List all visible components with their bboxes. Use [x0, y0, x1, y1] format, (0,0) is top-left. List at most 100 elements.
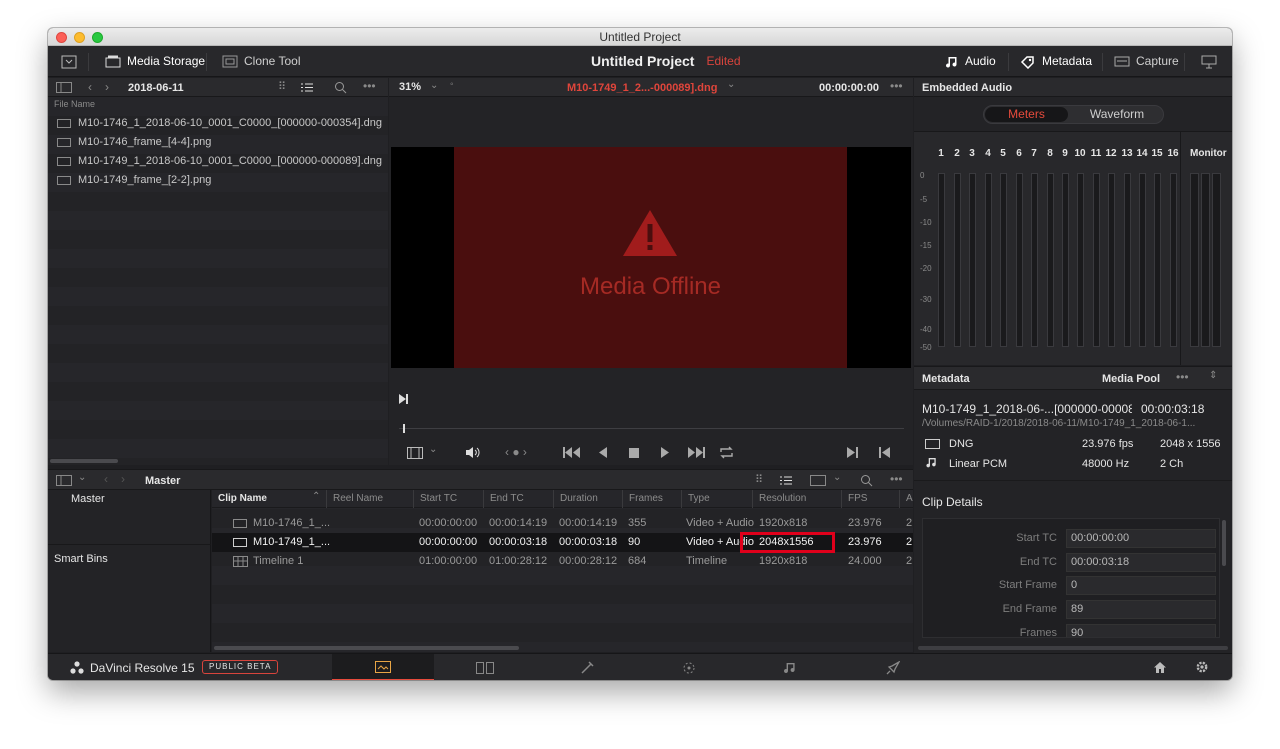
folder-date: 2018-06-11 — [128, 82, 184, 94]
search-icon[interactable] — [860, 474, 873, 487]
monitor-icon — [1201, 55, 1217, 68]
zoom-level[interactable]: 31% — [399, 81, 421, 93]
window-titlebar: Untitled Project — [48, 28, 1232, 46]
capture-label: Capture — [1136, 54, 1179, 68]
vertical-scrollbar[interactable] — [1222, 520, 1226, 566]
capture-icon — [1114, 56, 1130, 67]
thumbnail-view-icon[interactable]: ⠿ — [755, 473, 763, 486]
chevron-down-icon[interactable]: ⌄ — [430, 80, 438, 91]
capture-panel-button[interactable]: Capture — [1114, 46, 1179, 77]
viewer-mode-icon[interactable] — [407, 447, 423, 459]
close-window-button[interactable] — [56, 32, 67, 43]
column-clip-name[interactable]: Clip Name — [212, 490, 327, 508]
column-end-tc[interactable]: End TC — [484, 490, 554, 508]
list-view-icon[interactable] — [780, 476, 792, 485]
table-row[interactable]: Timeline 1 01:00:00:00 01:00:28:12 00:00… — [212, 552, 913, 571]
jog-wheel-icon[interactable]: ‹ ● › — [505, 445, 527, 459]
page-media-button[interactable] — [332, 654, 434, 680]
horizontal-scrollbar[interactable] — [50, 459, 118, 463]
fullscreen-button[interactable] — [1201, 46, 1217, 77]
nav-forward-icon[interactable]: › — [105, 80, 109, 94]
more-options-icon[interactable]: ••• — [363, 79, 376, 93]
previous-frame-icon[interactable] — [879, 447, 890, 458]
column-resolution[interactable]: Resolution — [753, 490, 842, 508]
table-row[interactable]: M10-1746_1_... 00:00:00:00 00:00:14:19 0… — [212, 514, 913, 533]
channel-number: 5 — [1000, 148, 1006, 159]
nav-back-icon[interactable]: ‹ — [104, 472, 108, 486]
thumbnail-view-icon[interactable]: ⠿ — [278, 80, 286, 93]
chevron-down-icon[interactable]: ⌄ — [78, 472, 86, 483]
home-icon[interactable] — [1153, 661, 1167, 674]
column-fps[interactable]: FPS — [842, 490, 900, 508]
smart-bins-label[interactable]: Smart Bins — [54, 553, 108, 565]
list-item[interactable]: M10-1746_frame_[4-4].png — [48, 133, 388, 152]
stop-icon[interactable] — [629, 448, 639, 458]
nav-back-icon[interactable]: ‹ — [88, 80, 92, 94]
play-icon[interactable] — [660, 447, 670, 458]
more-options-icon[interactable]: ••• — [1176, 370, 1189, 384]
zoom-window-button[interactable] — [92, 32, 103, 43]
horizontal-scrollbar[interactable] — [214, 646, 519, 650]
tab-waveform[interactable]: Waveform — [1072, 107, 1162, 122]
top-toolbar: Media Storage Clone Tool Untitled Projec… — [48, 46, 1232, 77]
video-resolution: 2048 x 1556 — [1160, 438, 1221, 450]
gear-icon[interactable] — [1195, 660, 1209, 674]
audio-panel-button[interactable]: Audio — [945, 46, 996, 77]
clip-menu-chevron-icon[interactable]: ⌄ — [727, 79, 735, 90]
scrubber-bar[interactable] — [399, 428, 904, 429]
play-reverse-icon[interactable] — [598, 447, 608, 458]
search-icon[interactable] — [334, 81, 347, 94]
column-reel-name[interactable]: Reel Name — [327, 490, 414, 508]
bin-master[interactable]: Master — [71, 493, 105, 505]
audio-view-tabs: Meters Waveform — [983, 105, 1164, 124]
monitor-label: Monitor — [1190, 148, 1227, 159]
expand-toggle-icon[interactable]: ⇕ — [1209, 370, 1217, 381]
list-item[interactable]: M10-1749_frame_[2-2].png — [48, 171, 388, 190]
go-to-start-icon[interactable] — [563, 447, 581, 458]
chevron-down-icon[interactable]: ⌄ — [429, 444, 437, 455]
list-item[interactable]: M10-1746_1_2018-06-10_0001_C0000_[000000… — [48, 114, 388, 133]
go-to-end-icon[interactable] — [687, 447, 705, 458]
metadata-label: Metadata — [1042, 54, 1093, 68]
column-type[interactable]: Type — [682, 490, 753, 508]
media-pool-title[interactable]: Media Pool — [1102, 373, 1160, 385]
clip-list: Clip Name ⌃ Reel Name Start TC End TC Du… — [212, 490, 913, 652]
audio-channels: 2 — [906, 517, 913, 529]
page-deliver-button[interactable] — [842, 654, 944, 680]
more-options-icon[interactable]: ••• — [890, 472, 903, 486]
play-forward-icon[interactable] — [399, 394, 408, 404]
end-tc: 00:00:14:19 — [489, 517, 548, 529]
volume-icon[interactable] — [465, 446, 480, 459]
channel-number: 4 — [985, 148, 991, 159]
metadata-panel-button[interactable]: Metadata — [1020, 46, 1092, 77]
horizontal-scrollbar[interactable] — [918, 646, 1228, 650]
sidebar-toggle-icon[interactable] — [56, 82, 72, 93]
viewer-header: 31% ⌄ ◦ M10-1749_1_2...-000089].dng ⌄ 00… — [389, 78, 913, 97]
page-edit-button[interactable] — [434, 654, 536, 680]
chevron-down-icon[interactable]: ⌄ — [833, 472, 841, 483]
next-frame-icon[interactable] — [847, 447, 858, 458]
list-item[interactable]: M10-1749_1_2018-06-10_0001_C0000_[000000… — [48, 152, 388, 171]
page-fusion-button[interactable] — [536, 654, 638, 680]
playhead[interactable] — [403, 424, 405, 433]
loop-icon[interactable] — [719, 446, 734, 459]
more-options-icon[interactable]: ••• — [890, 79, 903, 93]
page-color-button[interactable] — [638, 654, 740, 680]
column-start-tc[interactable]: Start TC — [414, 490, 484, 508]
column-duration[interactable]: Duration — [554, 490, 623, 508]
sort-ascending-icon[interactable]: ⌃ — [312, 491, 320, 502]
clip-view-icon[interactable] — [810, 475, 826, 486]
channel-meter — [1000, 173, 1007, 347]
page-fairlight-button[interactable] — [740, 654, 842, 680]
bin-list-toggle-icon[interactable] — [56, 475, 72, 486]
clone-tool-button[interactable]: Clone Tool — [222, 46, 300, 77]
nav-forward-icon[interactable]: › — [121, 472, 125, 486]
resolution: 1920x818 — [759, 517, 808, 529]
tab-meters[interactable]: Meters — [985, 107, 1068, 122]
list-view-icon[interactable] — [301, 83, 313, 92]
minimize-window-button[interactable] — [74, 32, 85, 43]
media-storage-button[interactable]: Media Storage — [105, 46, 205, 77]
workspace-toggle-button[interactable] — [61, 46, 77, 77]
column-audio[interactable]: Au — [900, 490, 913, 508]
column-frames[interactable]: Frames — [623, 490, 682, 508]
